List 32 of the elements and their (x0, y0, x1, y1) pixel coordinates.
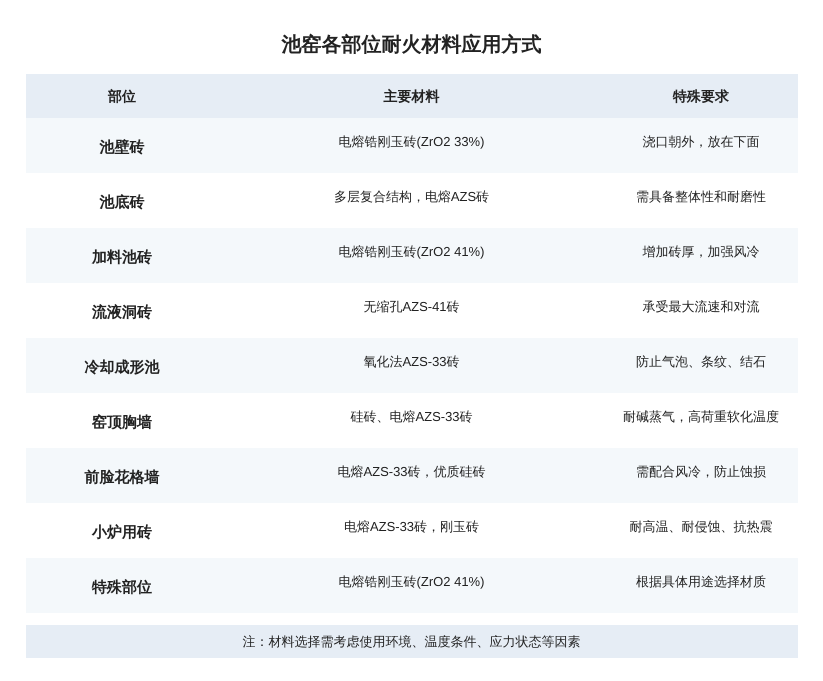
table-cell: 氧化法AZS-33砖 (218, 338, 604, 393)
table-cell: 需配合风冷，防止蚀损 (604, 448, 798, 503)
table-cell: 多层复合结构，电熔AZS砖 (218, 173, 604, 228)
table-cell: 硅砖、电熔AZS-33砖 (218, 393, 604, 448)
column-header: 部位 (26, 74, 218, 118)
table-cell: 流液洞砖 (26, 283, 218, 338)
table-cell: 根据具体用途选择材质 (604, 558, 798, 613)
table-cell: 需具备整体性和耐磨性 (604, 173, 798, 228)
table-cell: 承受最大流速和对流 (604, 283, 798, 338)
table-title: 池窑各部位耐火材料应用方式 (280, 32, 542, 58)
table-cell: 电熔AZS-33砖，刚玉砖 (218, 503, 604, 558)
column-header: 主要材料 (218, 74, 604, 118)
table-cell: 冷却成形池 (26, 338, 218, 393)
table-cell: 加料池砖 (26, 228, 218, 283)
table-cell: 浇口朝外，放在下面 (604, 118, 798, 173)
table-cell: 池底砖 (26, 173, 218, 228)
footnote: 注：材料选择需考虑使用环境、温度条件、应力状态等因素 (26, 625, 798, 658)
table-cell: 电熔锆刚玉砖(ZrO2 41%) (218, 228, 604, 283)
table-cell: 小炉用砖 (26, 503, 218, 558)
table-cell: 前脸花格墙 (26, 448, 218, 503)
table-cell: 耐高温、耐侵蚀、抗热震 (604, 503, 798, 558)
table-cell: 耐碱蒸气，高荷重软化温度 (604, 393, 798, 448)
table-cell: 窑顶胸墙 (26, 393, 218, 448)
table-cell: 电熔锆刚玉砖(ZrO2 41%) (218, 558, 604, 613)
table-cell: 增加砖厚，加强风冷 (604, 228, 798, 283)
column-header: 特殊要求 (604, 74, 798, 118)
table-cell: 防止气泡、条纹、结石 (604, 338, 798, 393)
table-cell: 电熔AZS-33砖，优质硅砖 (218, 448, 604, 503)
table-cell: 无缩孔AZS-41砖 (218, 283, 604, 338)
table-cell: 特殊部位 (26, 558, 218, 613)
table-cell: 电熔锆刚玉砖(ZrO2 33%) (218, 118, 604, 173)
table-cell: 池壁砖 (26, 118, 218, 173)
